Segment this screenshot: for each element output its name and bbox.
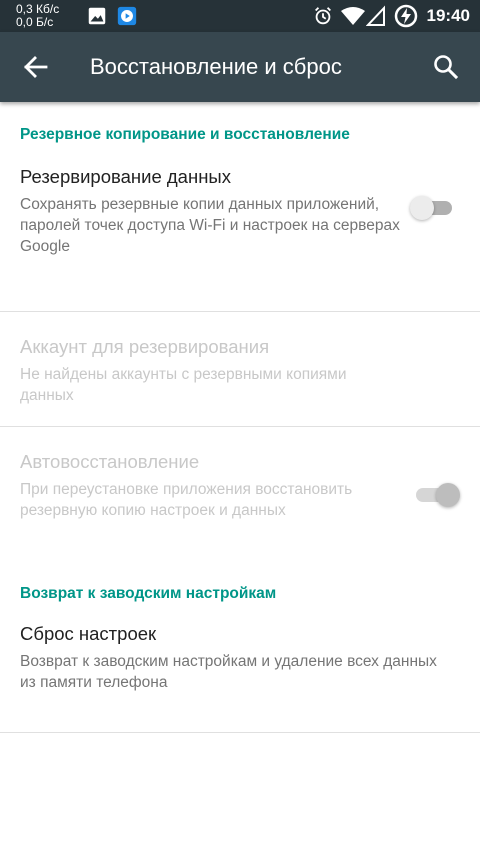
- backup-data-switch[interactable]: [410, 195, 460, 220]
- pref-title: Автовосстановление: [20, 451, 200, 472]
- app-bar: Восстановление и сброс: [0, 32, 480, 102]
- network-speed: 0,3 Кб/с 0,0 Б/с: [16, 3, 59, 29]
- switch-thumb: [410, 196, 434, 220]
- pref-title: Аккаунт для резервирования: [20, 336, 270, 357]
- clock: 19:40: [426, 6, 470, 25]
- net-speed-down: 0,0 Б/с: [16, 15, 54, 29]
- pref-title: Резервирование данных: [20, 166, 231, 187]
- pref-factory-reset[interactable]: Сброс настроек Возврат к заводским настр…: [0, 623, 480, 733]
- search-button[interactable]: [424, 45, 468, 89]
- pref-summary: Возврат к заводским настройкам и удалени…: [20, 653, 437, 691]
- alarm-icon: [315, 7, 331, 25]
- switch-thumb: [436, 483, 460, 507]
- pref-backup-account[interactable]: Аккаунт для резервирования Не найдены ак…: [0, 312, 480, 427]
- pref-auto-restore[interactable]: Автовосстановление При переустановке при…: [0, 427, 480, 561]
- status-bar: 0,3 Кб/с 0,0 Б/с 19:40: [0, 0, 480, 32]
- section-header-backup: Резервное копирование и восстановление: [20, 126, 350, 143]
- pref-summary: Сохранять резервные копии данных приложе…: [20, 196, 400, 255]
- pref-title: Сброс настроек: [20, 623, 157, 644]
- settings-list: Резервное копирование и восстановление Р…: [0, 102, 480, 733]
- play-app-icon: [117, 6, 137, 26]
- wifi-icon: [341, 7, 365, 25]
- search-icon: [434, 55, 459, 80]
- page-title: Восстановление и сброс: [90, 54, 342, 79]
- pref-summary: Не найдены аккаунты с резервными копиями…: [20, 366, 347, 404]
- image-icon: [88, 7, 106, 25]
- pref-backup-data[interactable]: Резервирование данных Сохранять резервны…: [0, 166, 480, 312]
- back-button[interactable]: [14, 45, 58, 89]
- battery-charging-icon: [394, 4, 418, 28]
- section-header-reset: Возврат к заводским настройкам: [20, 585, 277, 602]
- auto-restore-switch[interactable]: [410, 482, 460, 507]
- pref-summary: При переустановке приложения восстановит…: [20, 481, 353, 519]
- signal-icon: [366, 5, 385, 26]
- arrow-back-icon: [24, 56, 48, 78]
